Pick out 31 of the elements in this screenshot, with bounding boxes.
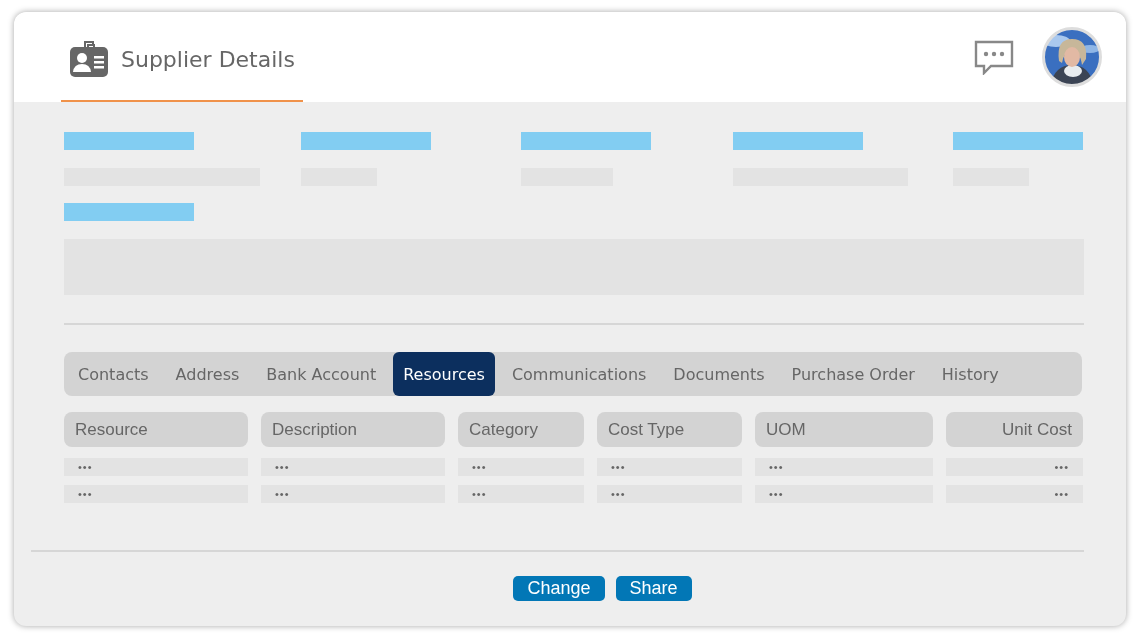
table-cell: ••• bbox=[946, 458, 1083, 476]
tab[interactable]: Communications bbox=[501, 352, 657, 396]
chat-icon[interactable] bbox=[974, 39, 1014, 75]
tab[interactable]: Resources bbox=[393, 352, 495, 396]
table-cell: ••• bbox=[64, 485, 248, 503]
tab[interactable]: Documents bbox=[663, 352, 775, 396]
column-header[interactable]: Unit Cost bbox=[946, 412, 1083, 447]
tab[interactable]: Contacts bbox=[68, 352, 159, 396]
column-header[interactable]: Resource bbox=[64, 412, 248, 447]
table-cell: ••• bbox=[458, 458, 584, 476]
table-cell: ••• bbox=[946, 485, 1083, 503]
tab[interactable]: Purchase Order bbox=[781, 352, 925, 396]
table-cell: ••• bbox=[597, 458, 742, 476]
column-header[interactable]: Description bbox=[261, 412, 445, 447]
column-header[interactable]: UOM bbox=[755, 412, 933, 447]
table-cell: ••• bbox=[755, 458, 933, 476]
table-cell: ••• bbox=[755, 485, 933, 503]
page-title: Supplier Details bbox=[121, 46, 295, 72]
table-cell: ••• bbox=[64, 458, 248, 476]
tab[interactable]: Address bbox=[165, 352, 250, 396]
tab[interactable]: Bank Account bbox=[256, 352, 387, 396]
table-cell: ••• bbox=[597, 485, 742, 503]
table-cell: ••• bbox=[261, 458, 445, 476]
column-header[interactable]: Cost Type bbox=[597, 412, 742, 447]
table-cell: ••• bbox=[261, 485, 445, 503]
tab[interactable]: History bbox=[931, 352, 1009, 396]
action-button[interactable]: Share bbox=[615, 576, 692, 601]
column-header[interactable]: Category bbox=[458, 412, 584, 447]
id-card-icon bbox=[69, 39, 109, 79]
action-button[interactable]: Change bbox=[513, 576, 605, 601]
table-cell: ••• bbox=[458, 485, 584, 503]
